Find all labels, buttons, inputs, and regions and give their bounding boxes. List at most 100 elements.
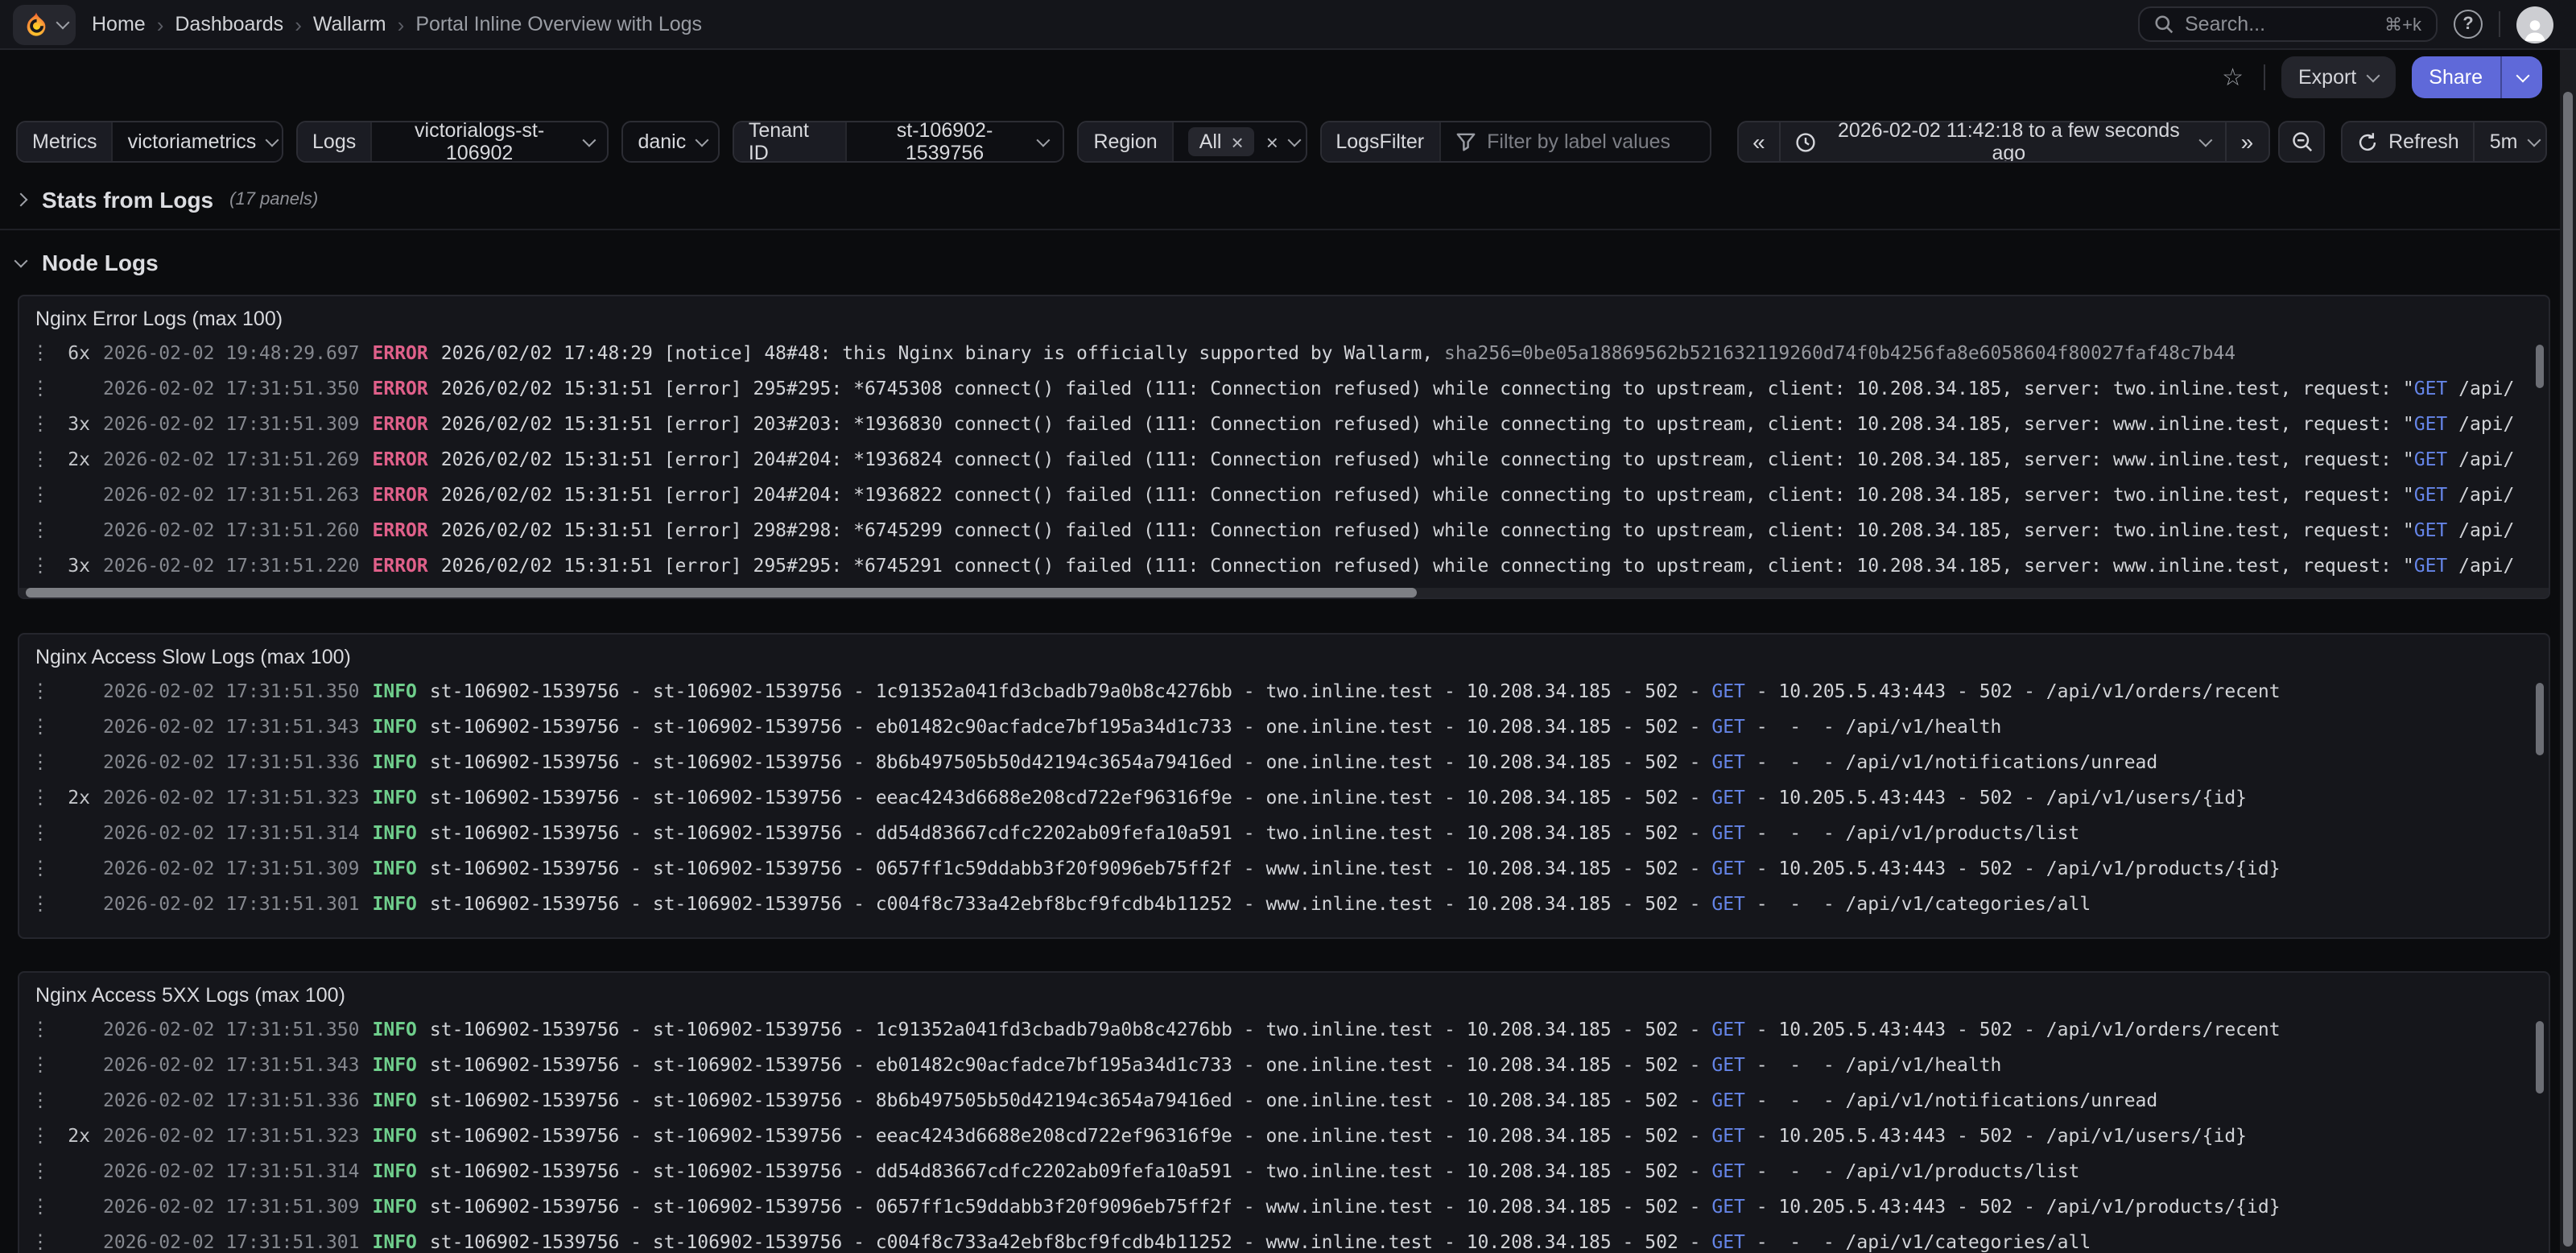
log-row[interactable]: ⋮2026-02-02 17:31:51.263ERROR2026/02/02 … xyxy=(29,477,2549,512)
log-row[interactable]: ⋮2026-02-02 17:31:51.314INFOst-106902-15… xyxy=(29,815,2549,850)
var-logsfilter-label: LogsFilter xyxy=(1321,122,1440,161)
row-menu-icon[interactable]: ⋮ xyxy=(29,744,52,780)
section-node-logs[interactable]: Node Logs xyxy=(0,245,2576,280)
zoom-out-icon xyxy=(2290,130,2313,153)
time-shift-back-button[interactable]: « xyxy=(1738,122,1780,161)
var-tenant-label: Tenant ID xyxy=(734,122,847,161)
log-row[interactable]: ⋮2026-02-02 17:31:51.314INFOst-106902-15… xyxy=(29,1153,2549,1189)
log-timestamp: 2026-02-02 19:48:29.697 xyxy=(103,341,360,364)
log-row[interactable]: ⋮2026-02-02 17:31:51.350INFOst-106902-15… xyxy=(29,673,2549,709)
row-menu-icon[interactable]: ⋮ xyxy=(29,850,52,886)
log-row[interactable]: ⋮2x2026-02-02 17:31:51.323INFOst-106902-… xyxy=(29,780,2549,815)
row-menu-icon[interactable]: ⋮ xyxy=(29,548,52,583)
row-menu-icon[interactable]: ⋮ xyxy=(29,1224,52,1253)
log-row[interactable]: ⋮2026-02-02 17:31:51.336INFOst-106902-15… xyxy=(29,744,2549,780)
breadcrumb-separator-icon: › xyxy=(398,12,405,36)
log-row[interactable]: ⋮2026-02-02 17:31:51.350ERROR2026/02/02 … xyxy=(29,370,2549,406)
refresh-interval-select[interactable]: 5m xyxy=(2474,122,2547,161)
chevron-down-icon xyxy=(2516,68,2529,82)
refresh-group: Refresh 5m xyxy=(2340,121,2547,163)
grafana-logo-button[interactable] xyxy=(13,4,76,44)
page-scroll-thumb[interactable] xyxy=(2563,92,2573,1247)
row-menu-icon[interactable]: ⋮ xyxy=(29,886,52,921)
chip-remove-icon[interactable]: × xyxy=(1232,131,1244,152)
user-avatar[interactable] xyxy=(2516,6,2553,43)
row-menu-icon[interactable]: ⋮ xyxy=(29,477,52,512)
log-level: INFO xyxy=(373,786,417,808)
var-metrics-select[interactable]: victoriametrics xyxy=(114,122,283,161)
time-shift-forward-button[interactable]: » xyxy=(2225,122,2268,161)
var-logs-select[interactable]: victorialogs-st-106902 xyxy=(372,122,607,161)
var-tenant-select[interactable]: st-106902-1539756 xyxy=(847,122,1063,161)
share-button[interactable]: Share xyxy=(2411,56,2500,98)
log-level: ERROR xyxy=(373,377,428,399)
row-menu-icon[interactable]: ⋮ xyxy=(29,709,52,744)
panel-nginx-access-slow-logs: Nginx Access Slow Logs (max 100) ⋮2026-0… xyxy=(18,633,2550,939)
grafana-dashboard: Home›Dashboards›Wallarm›Portal Inline Ov… xyxy=(0,0,2576,1253)
row-menu-icon[interactable]: ⋮ xyxy=(29,1153,52,1189)
log-timestamp: 2026-02-02 17:31:51.350 xyxy=(103,377,360,399)
breadcrumb-item[interactable]: Dashboards xyxy=(175,13,283,35)
panel-vertical-scrollbar[interactable] xyxy=(2536,1021,2544,1094)
breadcrumb-item[interactable]: Portal Inline Overview with Logs xyxy=(415,13,702,35)
log-row[interactable]: ⋮2026-02-02 17:31:51.309INFOst-106902-15… xyxy=(29,850,2549,886)
log-level: ERROR xyxy=(373,483,428,506)
log-row[interactable]: ⋮2026-02-02 17:31:51.301INFOst-106902-15… xyxy=(29,1224,2549,1253)
log-message: 2026/02/02 15:31:51 [error] 204#204: *19… xyxy=(441,448,2515,470)
log-level: INFO xyxy=(373,1230,417,1253)
row-menu-icon[interactable]: ⋮ xyxy=(29,1082,52,1118)
log-row[interactable]: ⋮2026-02-02 17:31:51.350INFOst-106902-15… xyxy=(29,1011,2549,1047)
row-menu-icon[interactable]: ⋮ xyxy=(29,673,52,709)
chevron-down-icon xyxy=(581,133,595,147)
breadcrumb-item[interactable]: Wallarm xyxy=(313,13,386,35)
log-message: st-106902-1539756 - st-106902-1539756 - … xyxy=(430,1089,2157,1111)
row-menu-icon[interactable]: ⋮ xyxy=(29,1047,52,1082)
share-menu-button[interactable] xyxy=(2500,56,2542,98)
refresh-button[interactable]: Refresh xyxy=(2342,122,2474,161)
log-row[interactable]: ⋮2026-02-02 17:31:51.343INFOst-106902-15… xyxy=(29,709,2549,744)
log-row[interactable]: ⋮2x2026-02-02 17:31:51.269ERROR2026/02/0… xyxy=(29,441,2549,477)
log-row[interactable]: ⋮3x2026-02-02 17:31:51.220ERROR2026/02/0… xyxy=(29,548,2549,583)
row-menu-icon[interactable]: ⋮ xyxy=(29,406,52,441)
clear-icon[interactable]: × xyxy=(1266,131,1278,152)
row-menu-icon[interactable]: ⋮ xyxy=(29,512,52,548)
breadcrumb-item[interactable]: Home xyxy=(92,13,146,35)
log-row[interactable]: ⋮2026-02-02 17:31:51.336INFOst-106902-15… xyxy=(29,1082,2549,1118)
row-menu-icon[interactable]: ⋮ xyxy=(29,1189,52,1224)
log-row[interactable]: ⋮2026-02-02 17:31:51.301INFOst-106902-15… xyxy=(29,886,2549,921)
variables-row: Metrics victoriametrics Logs victorialog… xyxy=(0,105,2576,163)
var-region-select[interactable]: All× × xyxy=(1174,122,1307,161)
log-row[interactable]: ⋮2x2026-02-02 17:31:51.323INFOst-106902-… xyxy=(29,1118,2549,1153)
label-filter-input[interactable]: Filter by label values xyxy=(1440,122,1709,161)
time-range-picker[interactable]: 2026-02-02 11:42:18 to a few seconds ago xyxy=(1780,122,2225,161)
log-row[interactable]: ⋮2026-02-02 17:31:51.260ERROR2026/02/02 … xyxy=(29,512,2549,548)
horizontal-scroll-thumb[interactable] xyxy=(26,588,1417,598)
section-stats-from-logs[interactable]: Stats from Logs (17 panels) xyxy=(0,182,2576,217)
row-menu-icon[interactable]: ⋮ xyxy=(29,370,52,406)
log-row[interactable]: ⋮6x2026-02-02 19:48:29.697ERROR2026/02/0… xyxy=(29,335,2549,370)
panel-horizontal-scrollbar xyxy=(19,588,2549,598)
log-message: st-106902-1539756 - st-106902-1539756 - … xyxy=(430,1160,2079,1182)
panel-vertical-scrollbar[interactable] xyxy=(2536,683,2544,755)
var-node-select[interactable]: danic xyxy=(623,122,719,161)
row-menu-icon[interactable]: ⋮ xyxy=(29,335,52,370)
search-input[interactable]: Search... ⌘+k xyxy=(2138,6,2438,42)
chevron-down-icon xyxy=(266,133,279,147)
panel-vertical-scrollbar[interactable] xyxy=(2536,345,2544,388)
log-message: 2026/02/02 15:31:51 [error] 298#298: *67… xyxy=(441,519,2515,541)
help-button[interactable]: ? xyxy=(2454,10,2483,39)
log-row[interactable]: ⋮2026-02-02 17:31:51.343INFOst-106902-15… xyxy=(29,1047,2549,1082)
region-chip[interactable]: All× xyxy=(1188,127,1255,156)
log-row[interactable]: ⋮3x2026-02-02 17:31:51.309ERROR2026/02/0… xyxy=(29,406,2549,441)
row-menu-icon[interactable]: ⋮ xyxy=(29,815,52,850)
row-menu-icon[interactable]: ⋮ xyxy=(29,780,52,815)
row-menu-icon[interactable]: ⋮ xyxy=(29,1118,52,1153)
log-row[interactable]: ⋮2026-02-02 17:31:51.309INFOst-106902-15… xyxy=(29,1189,2549,1224)
star-icon[interactable]: ☆ xyxy=(2219,65,2247,89)
export-button[interactable]: Export xyxy=(2281,56,2395,98)
log-timestamp: 2026-02-02 17:31:51.301 xyxy=(103,892,360,915)
row-menu-icon[interactable]: ⋮ xyxy=(29,441,52,477)
log-level: ERROR xyxy=(373,341,428,364)
time-zoom-out-button[interactable] xyxy=(2279,122,2324,161)
row-menu-icon[interactable]: ⋮ xyxy=(29,1011,52,1047)
